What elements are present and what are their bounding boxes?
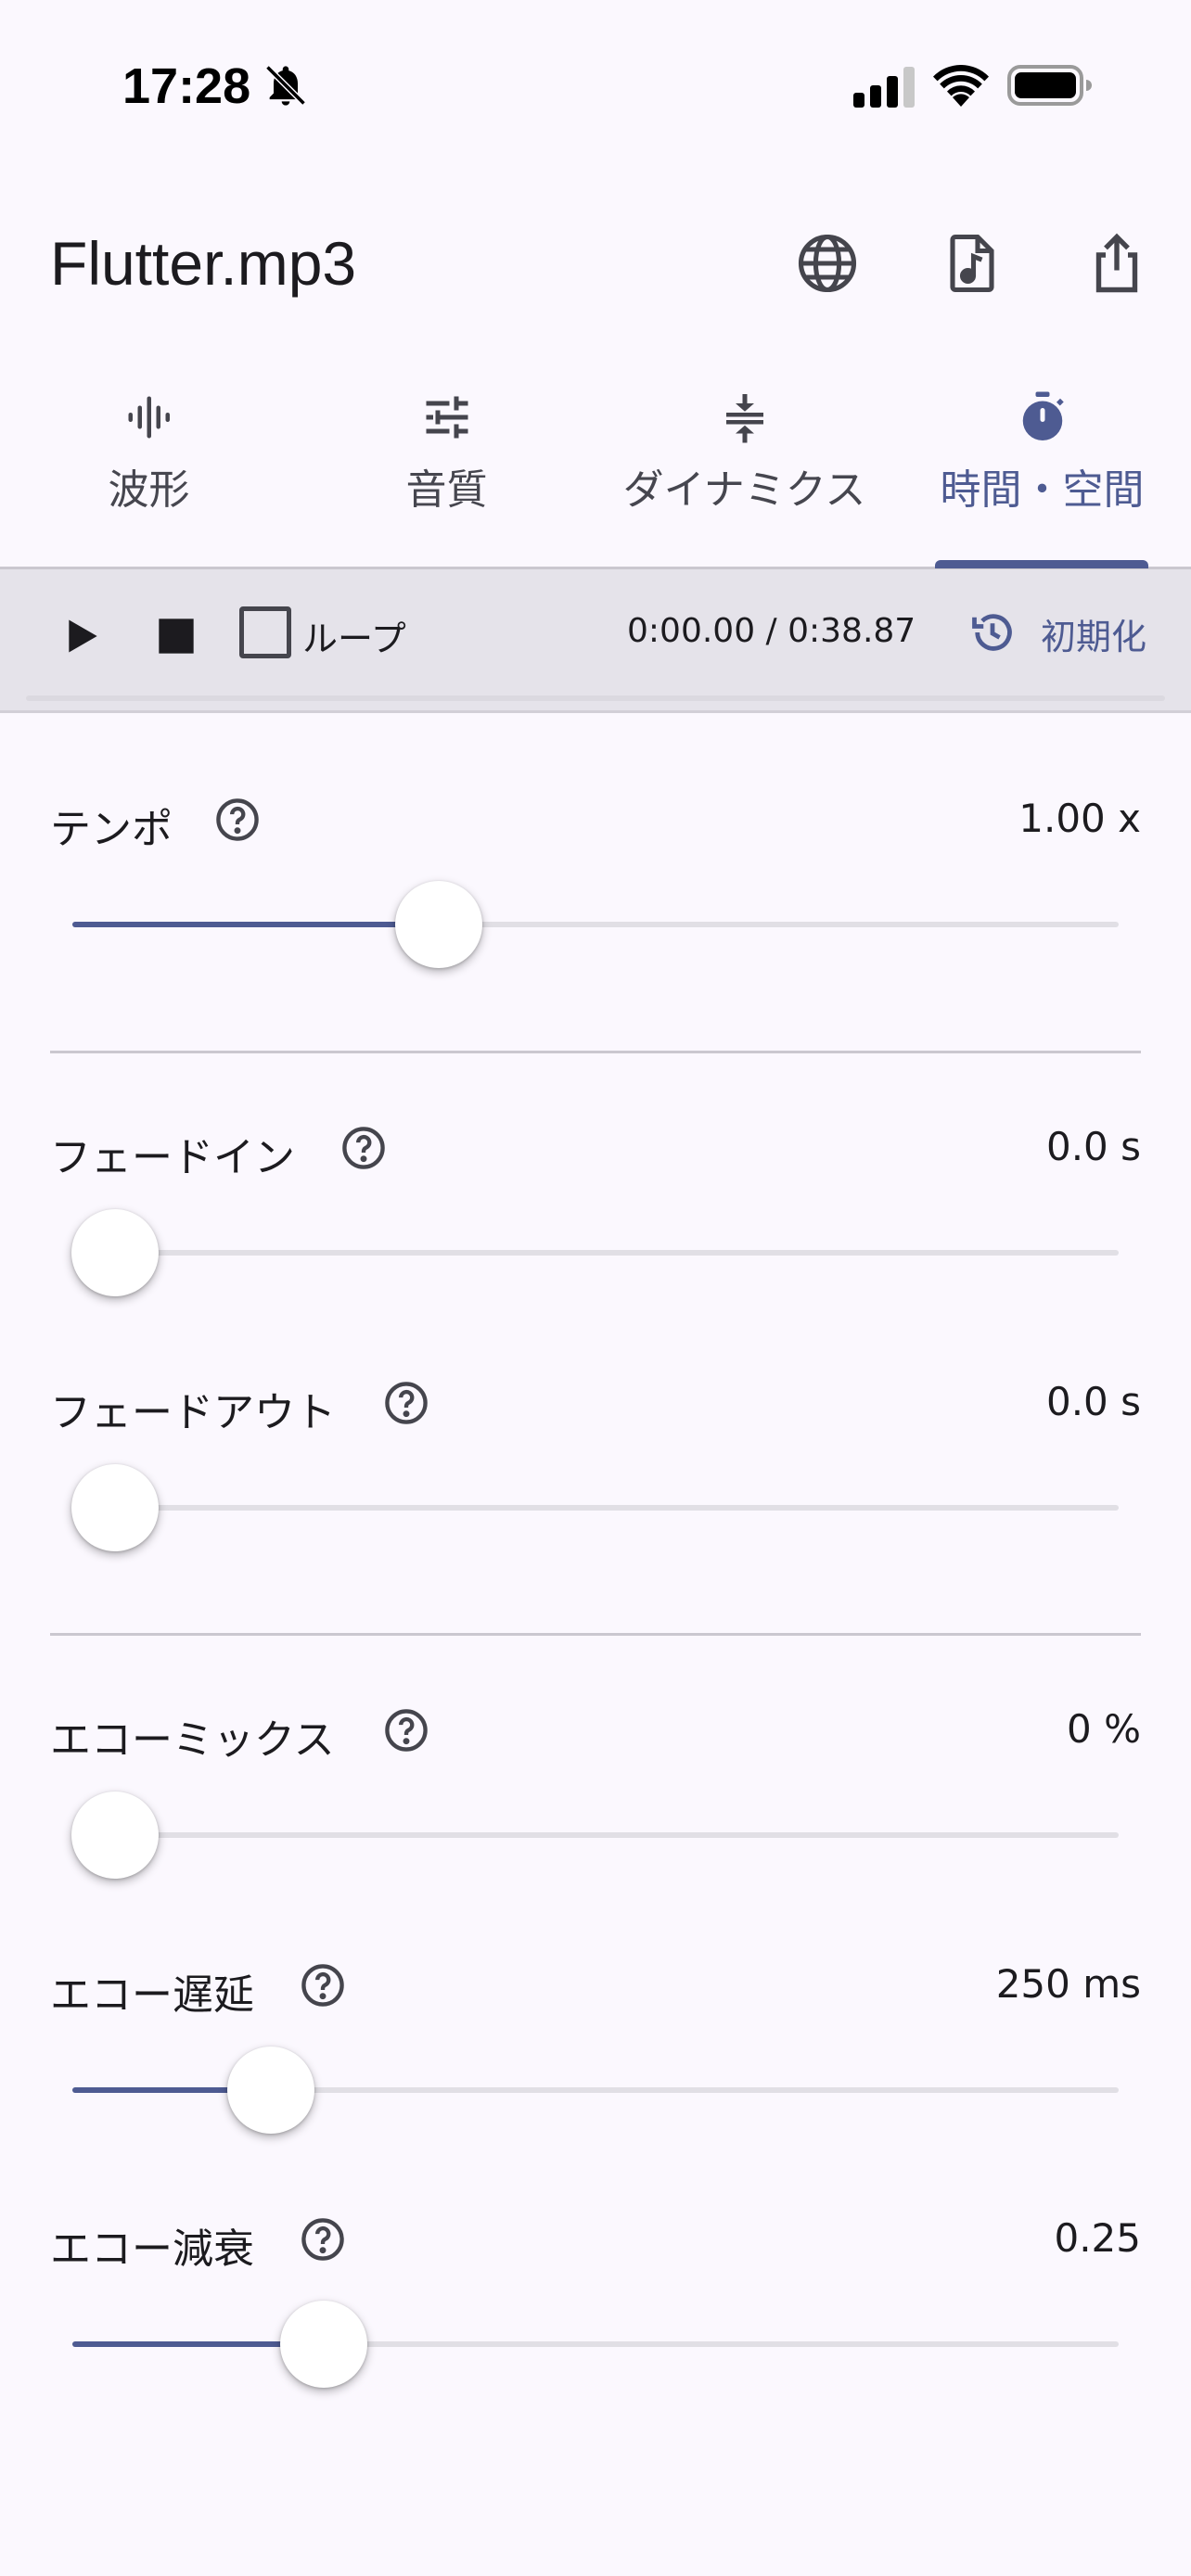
tab-dynamics[interactable]: ダイナミクス <box>596 371 893 567</box>
playback-time: 0:00.00 / 0:38.87 <box>627 612 916 650</box>
active-tab-indicator <box>935 560 1148 568</box>
slider-track <box>72 1250 1119 1256</box>
tab-label: 音質 <box>405 466 488 514</box>
slider-thumb[interactable] <box>71 1464 159 1551</box>
open-audio-file-button[interactable] <box>926 217 1018 310</box>
play-icon[interactable] <box>54 610 106 662</box>
slider-thumb[interactable] <box>71 1209 159 1296</box>
fade-out-value: 0.0 s <box>1045 1379 1141 1424</box>
app-bar: Flutter.mp3 <box>0 204 1191 325</box>
tab-time-space[interactable]: 時間・空間 <box>893 371 1191 567</box>
status-bar: 17:28 <box>0 0 1191 167</box>
slider-thumb[interactable] <box>280 2301 367 2388</box>
echo-mix-value: 0 % <box>1067 1706 1141 1752</box>
echo-decay-label: エコー減衰 <box>50 2225 254 2273</box>
echo-decay-slider[interactable] <box>72 2301 1119 2388</box>
share-button[interactable] <box>1070 217 1163 310</box>
help-icon[interactable] <box>339 1124 388 1172</box>
echo-decay-control: エコー減衰 0.25 <box>0 2215 1191 2456</box>
fade-in-slider[interactable] <box>71 1209 1119 1296</box>
slider-track <box>72 1505 1119 1511</box>
echo-delay-control: エコー遅延 250 ms <box>0 1961 1191 2202</box>
echo-decay-value: 0.25 <box>1054 2215 1141 2261</box>
tab-waveform[interactable]: 波形 <box>0 371 298 567</box>
reset-button[interactable]: 初期化 <box>1041 608 1146 659</box>
tempo-control: テンポ 1.00 x <box>0 796 1191 1037</box>
progress-track <box>26 695 1165 701</box>
divider <box>50 1051 1141 1053</box>
echo-delay-label: エコー遅延 <box>50 1971 254 2019</box>
help-icon[interactable] <box>213 796 262 844</box>
compress-icon <box>725 394 763 443</box>
share-icon <box>1095 233 1138 293</box>
slider-thumb[interactable] <box>71 1792 159 1879</box>
slider-fill <box>72 922 439 927</box>
language-button[interactable] <box>781 217 874 310</box>
divider <box>50 1633 1141 1636</box>
audio-file-icon <box>950 234 994 293</box>
status-time: 17:28 <box>122 58 251 114</box>
tab-quality[interactable]: 音質 <box>298 371 596 567</box>
help-icon[interactable] <box>299 1961 347 2009</box>
tempo-value: 1.00 x <box>1018 796 1141 841</box>
fade-in-control: フェードイン 0.0 s <box>0 1124 1191 1365</box>
help-icon[interactable] <box>299 2215 347 2264</box>
fade-out-label: フェードアウト <box>50 1389 336 1436</box>
fade-in-value: 0.0 s <box>1045 1124 1141 1169</box>
help-icon[interactable] <box>382 1379 430 1427</box>
page-title: Flutter.mp3 <box>50 229 357 298</box>
tempo-slider[interactable] <box>72 881 1119 968</box>
tab-label: ダイナミクス <box>622 466 866 514</box>
stop-icon[interactable] <box>150 610 202 662</box>
tab-bar: 波形 音質 ダイナミクス 時間・空間 <box>0 371 1191 569</box>
wifi-icon <box>933 65 989 107</box>
fade-in-label: フェードイン <box>50 1134 295 1181</box>
history-icon[interactable] <box>968 608 1017 657</box>
help-icon[interactable] <box>382 1706 430 1754</box>
slider-thumb[interactable] <box>395 881 482 968</box>
player-bar: ループ 0:00.00 / 0:38.87 初期化 <box>0 569 1191 713</box>
tab-label: 波形 <box>108 466 190 514</box>
globe-icon <box>798 234 857 293</box>
slider-track <box>72 1832 1119 1838</box>
bell-off-icon <box>265 65 306 106</box>
slider-thumb[interactable] <box>227 2047 314 2134</box>
cellular-signal-icon <box>853 67 915 108</box>
fade-out-slider[interactable] <box>71 1464 1119 1551</box>
waveform-icon <box>128 396 170 439</box>
echo-mix-control: エコーミックス 0 % <box>0 1706 1191 1947</box>
battery-icon <box>1007 65 1092 106</box>
loop-label: ループ <box>302 618 406 659</box>
echo-mix-slider[interactable] <box>71 1792 1119 1879</box>
echo-delay-slider[interactable] <box>72 2047 1119 2134</box>
equalizer-icon <box>426 396 467 439</box>
timer-icon <box>1022 391 1064 440</box>
loop-checkbox[interactable] <box>239 606 291 658</box>
fade-out-control: フェードアウト 0.0 s <box>0 1379 1191 1620</box>
tempo-label: テンポ <box>50 806 173 853</box>
tab-label: 時間・空間 <box>940 466 1145 514</box>
echo-mix-label: エコーミックス <box>50 1716 335 1764</box>
echo-delay-value: 250 ms <box>995 1961 1141 2007</box>
